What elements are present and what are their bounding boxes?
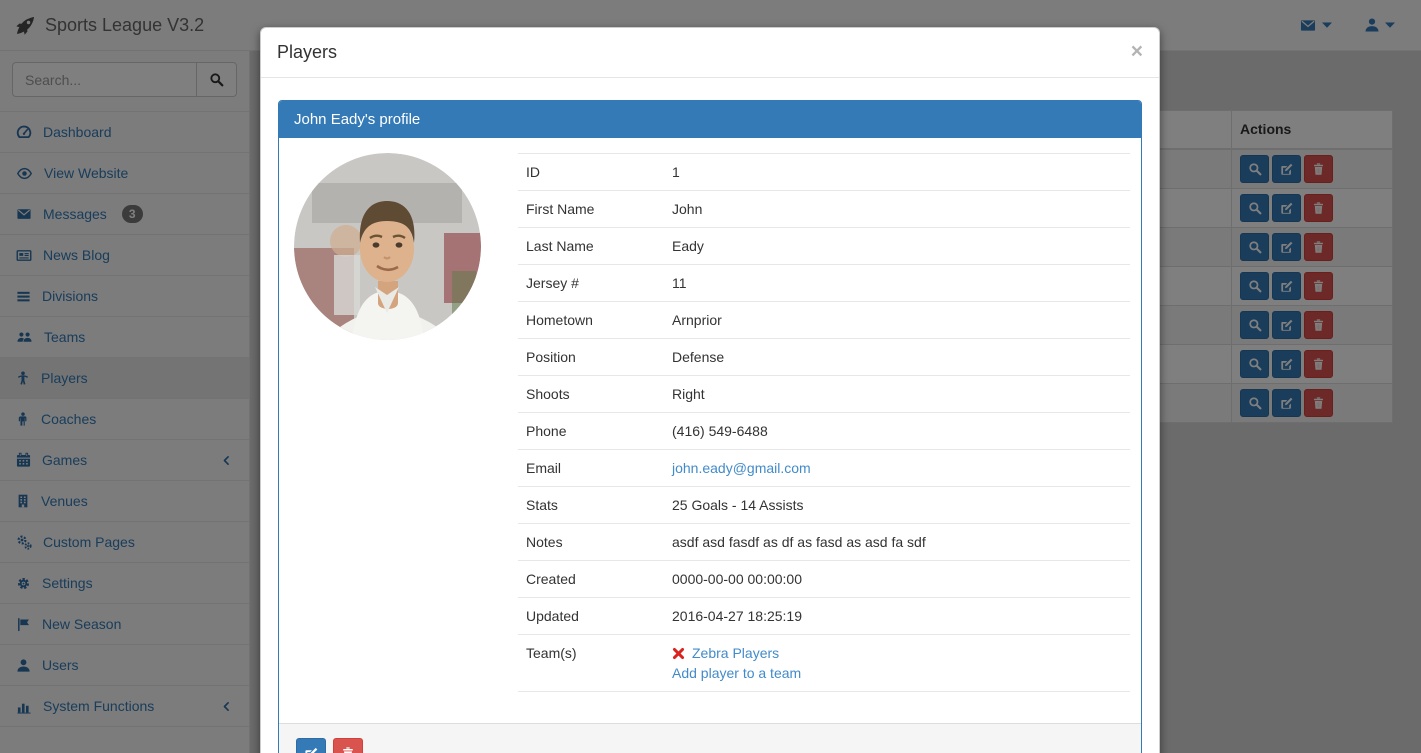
field-row-last-name: Last Name Eady bbox=[518, 227, 1130, 265]
field-label: ID bbox=[518, 153, 664, 191]
field-row-updated: Updated 2016-04-27 18:25:19 bbox=[518, 597, 1130, 635]
trash-icon bbox=[341, 746, 355, 753]
field-label: Last Name bbox=[518, 227, 664, 265]
field-row-created: Created 0000-00-00 00:00:00 bbox=[518, 560, 1130, 598]
field-value: John bbox=[664, 190, 1130, 228]
edit-player-button[interactable] bbox=[296, 738, 326, 753]
field-row-stats: Stats 25 Goals - 14 Assists bbox=[518, 486, 1130, 524]
profile-panel-heading: John Eady's profile bbox=[279, 101, 1141, 138]
profile-panel-body: ID 1 First Name John Last Name Eady Jersey … bbox=[279, 138, 1141, 723]
remove-team-icon[interactable] bbox=[672, 647, 685, 660]
field-value: Arnprior bbox=[664, 301, 1130, 339]
edit-icon bbox=[304, 746, 319, 753]
field-label: Created bbox=[518, 560, 664, 598]
field-label: Phone bbox=[518, 412, 664, 450]
field-label: Jersey # bbox=[518, 264, 664, 302]
field-value: 0000-00-00 00:00:00 bbox=[664, 560, 1130, 598]
field-row-phone: Phone (416) 549-6488 bbox=[518, 412, 1130, 450]
field-label: First Name bbox=[518, 190, 664, 228]
field-row-id: ID 1 bbox=[518, 153, 1130, 191]
profile-fields-table: ID 1 First Name John Last Name Eady Jersey … bbox=[518, 153, 1130, 692]
field-label: Updated bbox=[518, 597, 664, 635]
field-label: Shoots bbox=[518, 375, 664, 413]
field-label: Stats bbox=[518, 486, 664, 524]
field-value: asdf asd fasdf as df as fasd as asd fa s… bbox=[664, 523, 1130, 561]
email-link[interactable]: john.eady@gmail.com bbox=[672, 460, 811, 476]
field-value: 2016-04-27 18:25:19 bbox=[664, 597, 1130, 635]
field-label: Hometown bbox=[518, 301, 664, 339]
field-label: Team(s) bbox=[518, 634, 664, 692]
field-row-jersey: Jersey #11 bbox=[518, 264, 1130, 302]
close-icon[interactable]: × bbox=[1131, 41, 1143, 62]
add-player-to-team-link[interactable]: Add player to a team bbox=[672, 665, 801, 681]
modal-body: John Eady's profile ID 1 First Name John… bbox=[261, 78, 1159, 753]
field-row-first-name: First Name John bbox=[518, 190, 1130, 228]
delete-player-button[interactable] bbox=[333, 738, 363, 753]
field-row-teams: Team(s) Zebra Players Add player to a te… bbox=[518, 634, 1130, 692]
field-label: Email bbox=[518, 449, 664, 487]
field-value: (416) 549-6488 bbox=[664, 412, 1130, 450]
modal-header: × Players bbox=[261, 28, 1159, 78]
field-row-position: Position Defense bbox=[518, 338, 1130, 376]
field-row-shoots: Shoots Right bbox=[518, 375, 1130, 413]
team-link[interactable]: Zebra Players bbox=[692, 643, 779, 663]
field-row-email: Email john.eady@gmail.com bbox=[518, 449, 1130, 487]
profile-panel-footer bbox=[279, 723, 1141, 753]
app-window: Sports League V3.2 Dashboard bbox=[0, 0, 1421, 753]
modal-title: Players bbox=[277, 42, 338, 62]
field-value: 25 Goals - 14 Assists bbox=[664, 486, 1130, 524]
field-value: Defense bbox=[664, 338, 1130, 376]
field-label: Notes bbox=[518, 523, 664, 561]
players-modal: × Players John Eady's profile ID 1 First… bbox=[260, 27, 1160, 753]
field-value: 11 bbox=[664, 264, 1130, 302]
field-row-notes: Notes asdf asd fasdf as df as fasd as asd… bbox=[518, 523, 1130, 561]
field-value: Eady bbox=[664, 227, 1130, 265]
profile-panel: John Eady's profile ID 1 First Name John… bbox=[278, 100, 1142, 753]
field-value: Right bbox=[664, 375, 1130, 413]
field-label: Position bbox=[518, 338, 664, 376]
field-row-hometown: Hometown Arnprior bbox=[518, 301, 1130, 339]
field-value: 1 bbox=[664, 153, 1130, 191]
avatar bbox=[294, 153, 481, 340]
